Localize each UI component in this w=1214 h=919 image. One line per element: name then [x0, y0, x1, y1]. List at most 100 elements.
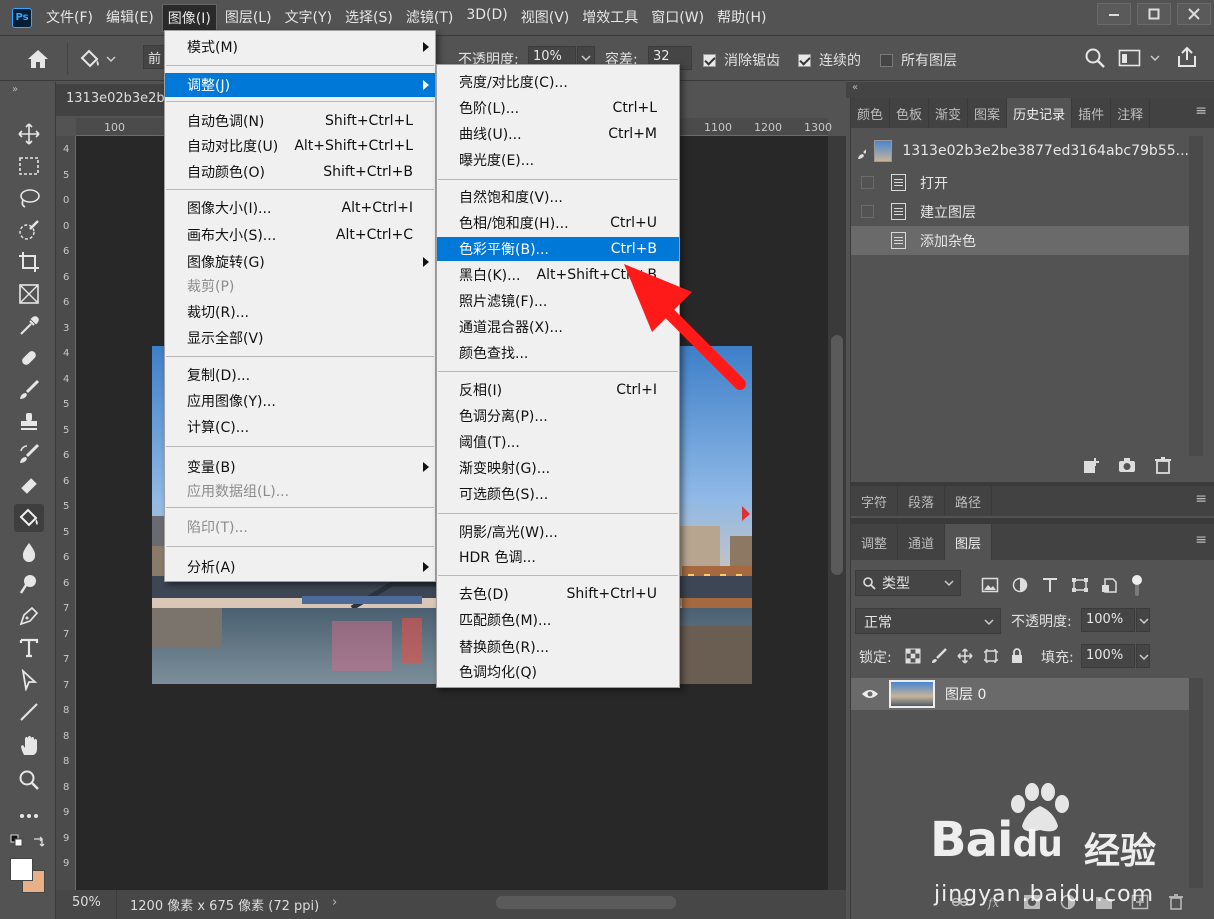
panel-menu-icon[interactable]: ≡ [1195, 491, 1207, 507]
new-document-from-state-icon[interactable] [1081, 456, 1101, 474]
panel-tab[interactable]: 注释 [1111, 98, 1151, 128]
menu-item[interactable]: 文字(Y) [280, 4, 337, 32]
panel-tab[interactable]: 图案 [968, 98, 1008, 128]
crop-tool[interactable] [14, 248, 44, 276]
panel-menu-icon[interactable]: ≡ [1195, 103, 1207, 119]
brush-tool[interactable] [14, 376, 44, 404]
panel-tab[interactable]: 路径 [945, 486, 993, 516]
document-info[interactable]: 1200 像素 x 675 像素 (72 ppi) [130, 895, 319, 914]
menu-item[interactable]: 窗口(W) [646, 4, 709, 32]
layer-opacity-dropdown[interactable] [1136, 608, 1150, 632]
collapse-toolbar-icon[interactable]: » [12, 84, 18, 95]
panel-tab[interactable]: 通道 [898, 524, 946, 560]
foreground-color-swatch[interactable] [10, 858, 33, 881]
menu-option[interactable]: 替换颜色(R)... [437, 635, 679, 659]
menu-option[interactable]: 模式(M) [165, 35, 435, 59]
history-checkbox[interactable] [861, 234, 874, 247]
menu-option[interactable]: 图像大小(I)... Alt+Ctrl+I [165, 196, 435, 220]
menu-option[interactable]: 曲线(U)... Ctrl+M [437, 122, 679, 146]
panel-tab[interactable]: 颜色 [851, 98, 891, 128]
history-checkbox[interactable] [861, 205, 874, 218]
workspace-button[interactable] [1118, 48, 1160, 68]
menu-option[interactable]: 图像旋转(G) [165, 250, 435, 274]
menu-item[interactable]: 图像(I) [161, 3, 217, 32]
menu-option[interactable]: 裁切(R)... [165, 300, 435, 324]
menu-option[interactable]: 匹配颜色(M)... [437, 608, 679, 632]
menu-option[interactable]: 阴影/高光(W)... [437, 520, 679, 544]
menu-item[interactable]: 编辑(E) [101, 4, 159, 32]
menu-option[interactable]: 计算(C)... [165, 415, 435, 439]
home-button[interactable] [8, 43, 68, 75]
menu-option[interactable]: 自动色调(N) Shift+Ctrl+L [165, 109, 435, 133]
lock-all-icon[interactable] [1009, 648, 1025, 664]
antialias-checkbox[interactable]: 消除锯齿 [703, 50, 780, 70]
document-tab[interactable]: 1313e02b3e2b [56, 84, 176, 116]
default-colors-button[interactable] [10, 834, 24, 852]
panel-collapse-bar[interactable]: « [846, 82, 1214, 98]
menu-option[interactable]: 阈值(T)... [437, 430, 679, 454]
menu-option[interactable]: 应用图像(Y)... [165, 389, 435, 413]
more-tools-button[interactable] [14, 802, 44, 830]
camera-icon[interactable] [1117, 456, 1137, 474]
menu-item[interactable]: 选择(S) [340, 4, 398, 32]
close-button[interactable] [1177, 3, 1211, 25]
collapse-panels-icon[interactable]: « [852, 82, 858, 93]
history-checkbox[interactable] [861, 176, 874, 189]
layer-opacity-input[interactable]: 100% [1081, 608, 1135, 632]
type-tool[interactable] [14, 634, 44, 662]
all-layers-checkbox[interactable]: 所有图层 [880, 50, 957, 70]
menu-option[interactable]: HDR 色调... [437, 545, 679, 569]
menu-option[interactable]: 调整(J) [165, 73, 435, 97]
filter-toggle-icon[interactable] [1131, 574, 1143, 596]
smart-object-filter-icon[interactable] [1101, 577, 1119, 593]
menu-option[interactable]: 渐变映射(G)... [437, 456, 679, 480]
menu-item[interactable]: 文件(F) [41, 4, 98, 32]
lock-pixels-icon[interactable] [931, 648, 947, 664]
eyedropper-tool[interactable] [14, 312, 44, 340]
menu-item[interactable]: 3D(D) [461, 4, 512, 32]
lock-artboard-icon[interactable] [983, 648, 999, 664]
panel-tab[interactable]: 历史记录 [1007, 98, 1073, 128]
layer-filter-select[interactable]: 类型 [855, 570, 961, 596]
menu-option[interactable]: 自动颜色(O) Shift+Ctrl+B [165, 160, 435, 184]
menu-item[interactable]: 滤镜(T) [401, 4, 458, 32]
contiguous-checkbox[interactable]: 连续的 [798, 50, 861, 70]
photoshop-logo-icon[interactable]: Ps [12, 7, 32, 28]
fill-dropdown[interactable] [1136, 644, 1150, 668]
history-snapshot[interactable]: 1313e02b3e2be3877ed3164abc79b55... [851, 136, 1189, 165]
clone-stamp-tool[interactable] [14, 408, 44, 436]
share-button[interactable] [1176, 46, 1198, 72]
menu-item[interactable]: 图层(L) [220, 4, 277, 32]
healing-brush-tool[interactable] [14, 344, 44, 372]
panel-tab[interactable]: 字符 [851, 486, 899, 516]
minimize-button[interactable] [1097, 3, 1131, 25]
menu-option[interactable]: 复制(D)... [165, 363, 435, 387]
path-selection-tool[interactable] [14, 666, 44, 694]
panel-tab[interactable]: 调整 [851, 524, 899, 560]
pen-tool[interactable] [14, 602, 44, 630]
panel-tab[interactable]: 渐变 [929, 98, 969, 128]
blend-mode-select[interactable]: 正常 [855, 608, 1001, 634]
menu-item[interactable]: 视图(V) [516, 4, 575, 32]
marquee-tool[interactable] [14, 152, 44, 180]
type-filter-icon[interactable] [1041, 577, 1059, 593]
history-step[interactable]: 建立图层 [851, 197, 1189, 226]
lock-position-icon[interactable] [957, 648, 973, 664]
history-step-current[interactable]: 添加杂色 [851, 226, 1189, 255]
status-expand-icon[interactable]: › [332, 895, 337, 910]
hand-tool[interactable] [14, 732, 44, 760]
panel-tab[interactable]: 插件 [1072, 98, 1112, 128]
eye-visibility-icon[interactable] [861, 688, 879, 700]
menu-item[interactable]: 帮助(H) [712, 4, 771, 32]
tool-preset-picker[interactable] [78, 45, 128, 73]
menu-option[interactable]: 自然饱和度(V)... [437, 185, 679, 209]
panel-tab[interactable]: 图层 [945, 524, 993, 560]
frame-tool[interactable] [14, 280, 44, 308]
blur-tool[interactable] [14, 538, 44, 566]
menu-option[interactable]: 曝光度(E)... [437, 148, 679, 172]
menu-option[interactable]: 画布大小(S)... Alt+Ctrl+C [165, 223, 435, 247]
trash-icon[interactable] [1153, 456, 1173, 474]
menu-option[interactable]: 色调分离(P)... [437, 404, 679, 428]
menu-option[interactable]: 显示全部(V) [165, 326, 435, 350]
menu-option[interactable]: 自动对比度(U) Alt+Shift+Ctrl+L [165, 134, 435, 158]
